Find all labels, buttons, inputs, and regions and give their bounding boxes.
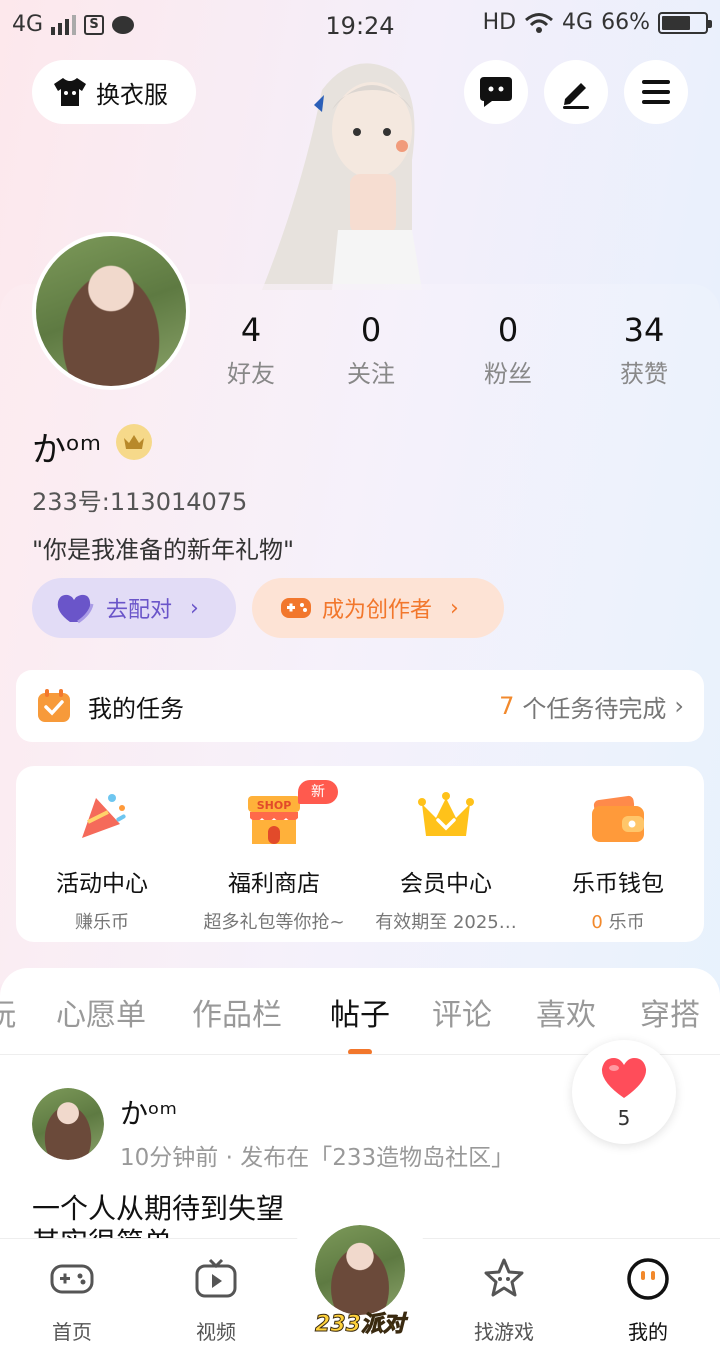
stat-label: 关注 [347, 360, 395, 388]
crown-icon [416, 788, 476, 848]
tab-likes[interactable]: 喜欢 [536, 990, 596, 1034]
nav-home[interactable]: 首页 [22, 1256, 122, 1345]
nav-label: 我的 [628, 1320, 668, 1344]
status-bar: 4G S 19:24 HD 4G 66% [0, 0, 720, 50]
tasks-suffix: 个任务待完成 [522, 694, 667, 723]
my-tasks-bar[interactable]: 我的任务 7 个任务待完成 › [16, 670, 704, 742]
vip-crown-icon[interactable] [116, 424, 152, 460]
like-count: 5 [617, 1106, 631, 1130]
stat-value: 4 [240, 311, 262, 349]
feature-welfare-shop[interactable]: SHOP 福利商店 超多礼包等你抢~ [188, 788, 360, 934]
nav-label: 视频 [196, 1320, 236, 1344]
like-button[interactable]: 5 [572, 1040, 676, 1144]
feature-subtitle: 赚乐币 [75, 912, 129, 933]
status-right: HD 4G 66% [482, 10, 712, 35]
chevron-right-icon: › [674, 692, 684, 720]
wallet-icon [588, 788, 648, 848]
feature-title: 福利商店 [228, 871, 320, 897]
stat-fans[interactable]: 0 粉丝 [453, 310, 563, 389]
tshirt-icon [54, 78, 86, 106]
shop-icon: SHOP [244, 788, 304, 848]
feature-activity-center[interactable]: 活动中心 赚乐币 [16, 788, 188, 934]
tasks-status: 7 个任务待完成 › [499, 689, 684, 724]
tv-play-icon [195, 1258, 237, 1298]
coin-balance: 0 [591, 912, 603, 933]
battery-percent: 66% [601, 10, 650, 35]
match-label: 去配对 [106, 598, 173, 623]
tab-play[interactable]: 玩 [0, 990, 16, 1034]
stat-likes[interactable]: 34 获赞 [589, 310, 699, 389]
feature-subtitle: 超多礼包等你抢~ [203, 912, 345, 933]
post-meta: 10分钟前 · 发布在「233造物岛社区」 [120, 1145, 515, 1171]
stat-value: 34 [623, 311, 665, 349]
stat-value: 0 [497, 311, 519, 349]
coin-unit: 乐币 [608, 912, 645, 933]
chat-button[interactable] [464, 60, 528, 124]
feature-subtitle: 0 乐币 [532, 908, 704, 934]
stat-friends[interactable]: 4 好友 [196, 310, 306, 389]
feature-title: 会员中心 [400, 871, 492, 897]
user-bio: "你是我准备的新年礼物" [32, 536, 295, 564]
party-avatar-button[interactable] [312, 1222, 408, 1318]
profile-avatar[interactable] [32, 232, 190, 390]
match-button[interactable]: 去配对 › [32, 578, 236, 638]
creator-label: 成为创作者 [322, 598, 433, 623]
gamepad-icon [281, 598, 311, 618]
menu-button[interactable] [624, 60, 688, 124]
nav-mine[interactable]: 我的 [598, 1256, 698, 1345]
calendar-check-icon [38, 689, 70, 722]
chevron-right-icon: › [190, 595, 199, 621]
heart-icon [57, 594, 94, 624]
chat-bubble-icon [480, 77, 512, 107]
gamepad-icon [50, 1264, 94, 1294]
feature-vip-center[interactable]: 会员中心 有效期至 2025… [360, 788, 532, 934]
tab-outfits[interactable]: 穿搭 [640, 990, 700, 1034]
outfit-label: 换衣服 [96, 80, 168, 109]
chevron-right-icon: › [450, 595, 459, 621]
tasks-count: 7 [499, 692, 515, 720]
tasks-title: 我的任务 [88, 694, 184, 723]
stat-label: 好友 [227, 360, 275, 388]
hamburger-icon [642, 80, 670, 104]
tab-bar: 玩 心愿单 作品栏 帖子 评论 喜欢 穿搭 [0, 990, 720, 1034]
new-badge: 新 [298, 780, 338, 804]
feature-coin-wallet[interactable]: 乐币钱包 0 乐币 [532, 788, 704, 934]
post-author-name[interactable]: かᵒᵐ [120, 1092, 177, 1132]
avatar-character-image[interactable] [262, 50, 462, 291]
feature-title: 活动中心 [56, 871, 148, 897]
become-creator-button[interactable]: 成为创作者 › [252, 578, 504, 638]
feature-grid: 活动中心 赚乐币 SHOP 福利商店 超多礼包等你抢~ 会员中心 有效期至 20… [16, 766, 704, 942]
heart-icon [601, 1058, 647, 1098]
svg-text:SHOP: SHOP [257, 799, 292, 812]
tab-works[interactable]: 作品栏 [192, 990, 282, 1034]
tab-comments[interactable]: 评论 [432, 990, 492, 1034]
tab-posts[interactable]: 帖子 [330, 990, 390, 1034]
wifi-icon [525, 12, 554, 33]
feature-subtitle: 有效期至 2025… [375, 912, 517, 933]
stat-label: 粉丝 [484, 360, 532, 388]
nav-label: 首页 [52, 1320, 92, 1344]
nav-video[interactable]: 视频 [166, 1256, 266, 1345]
pencil-icon [563, 83, 589, 109]
face-icon [627, 1258, 669, 1300]
outfit-button[interactable]: 换衣服 [32, 60, 196, 124]
stat-value: 0 [360, 311, 382, 349]
hd-label: HD [482, 10, 517, 35]
feature-title: 乐币钱包 [572, 871, 664, 897]
party-label[interactable]: 233派对 [300, 1306, 420, 1338]
star-icon [484, 1258, 524, 1297]
party-popper-icon [72, 788, 132, 848]
user-name: かᵒᵐ [32, 430, 102, 470]
edit-button[interactable] [544, 60, 608, 124]
user-id: 233号:113014075 [32, 488, 248, 516]
post-author-avatar[interactable] [32, 1088, 104, 1160]
stat-following[interactable]: 0 关注 [316, 310, 426, 389]
battery-icon [658, 11, 712, 34]
nav-find-games[interactable]: 找游戏 [454, 1256, 554, 1345]
network-label-right: 4G [562, 10, 594, 35]
stat-label: 获赞 [620, 360, 668, 388]
nav-label: 找游戏 [474, 1320, 534, 1344]
tab-wishlist[interactable]: 心愿单 [56, 990, 146, 1034]
